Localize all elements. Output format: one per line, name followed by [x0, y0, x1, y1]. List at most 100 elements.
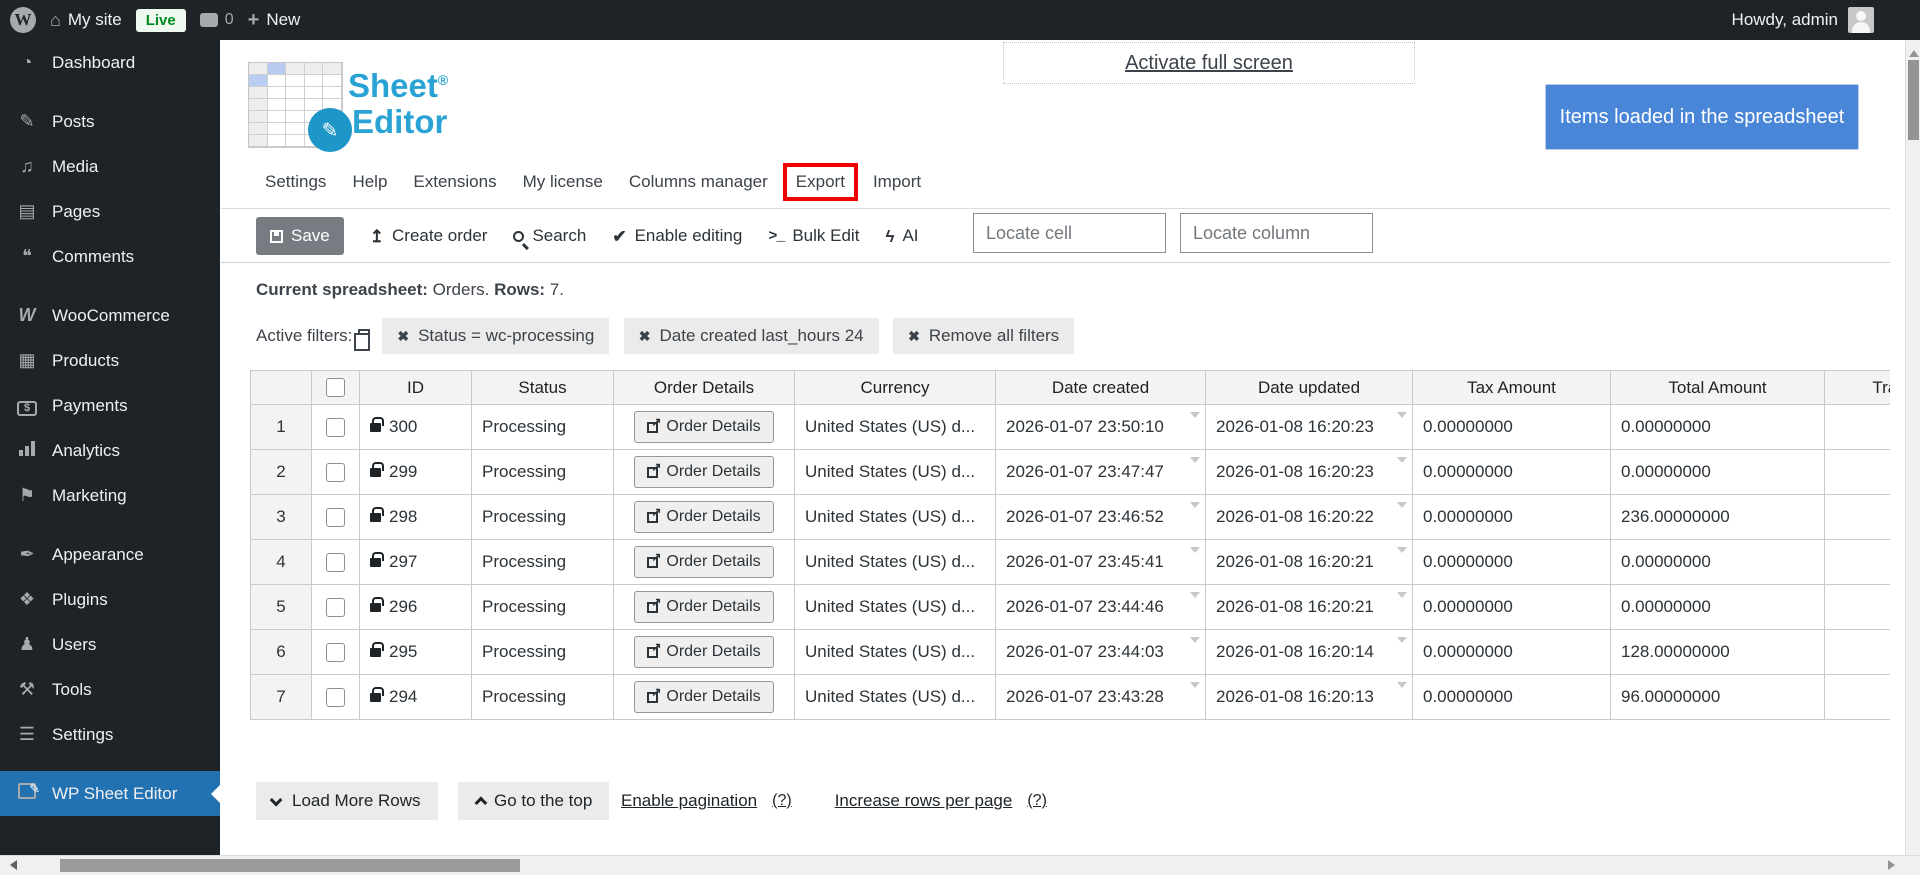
currency-cell[interactable]: United States (US) d...	[795, 630, 996, 675]
sidebar-item-plugins[interactable]: ❖ Plugins	[0, 577, 220, 622]
transaction-cell[interactable]	[1825, 495, 1890, 540]
status-cell[interactable]: Processing	[472, 405, 614, 450]
date-created-cell[interactable]: 2026-01-07 23:45:41	[996, 540, 1206, 585]
dropdown-arrow-icon[interactable]	[1190, 682, 1200, 693]
status-cell[interactable]: Processing	[472, 630, 614, 675]
currency-cell[interactable]: United States (US) d...	[795, 450, 996, 495]
row-checkbox[interactable]	[326, 687, 345, 707]
order-details-button[interactable]: Order Details	[634, 411, 774, 443]
search-button[interactable]: Search	[513, 226, 586, 246]
avatar[interactable]	[1848, 7, 1874, 33]
dropdown-arrow-icon[interactable]	[1190, 412, 1200, 423]
vertical-scrollbar[interactable]	[1905, 40, 1920, 855]
transaction-cell[interactable]	[1825, 405, 1890, 450]
tax-amount-cell[interactable]: 0.00000000	[1413, 630, 1611, 675]
scroll-right-arrow-icon[interactable]	[1888, 860, 1900, 870]
total-amount-cell[interactable]: 128.00000000	[1611, 630, 1825, 675]
sidebar-item-woocommerce[interactable]: W WooCommerce	[0, 293, 220, 338]
sidebar-item-users[interactable]: ♟ Users	[0, 622, 220, 667]
id-cell[interactable]: 300	[360, 405, 472, 450]
enable-pagination-link[interactable]: Enable pagination	[621, 791, 757, 811]
tax-amount-cell[interactable]: 0.00000000	[1413, 450, 1611, 495]
increase-rows-link[interactable]: Increase rows per page	[835, 791, 1013, 811]
date-created-cell[interactable]: 2026-01-07 23:44:46	[996, 585, 1206, 630]
tab-extensions[interactable]: Extensions	[400, 172, 509, 192]
order-details-button[interactable]: Order Details	[634, 501, 774, 533]
column-header-date-created[interactable]: Date created	[996, 371, 1206, 405]
column-header-order-details[interactable]: Order Details	[614, 371, 795, 405]
currency-cell[interactable]: United States (US) d...	[795, 405, 996, 450]
currency-cell[interactable]: United States (US) d...	[795, 495, 996, 540]
copy-filters-icon[interactable]	[354, 329, 371, 351]
sidebar-item-comments[interactable]: ❝ Comments	[0, 234, 220, 279]
remove-filter-icon[interactable]: ✖	[639, 328, 651, 345]
tab-help[interactable]: Help	[339, 172, 400, 192]
currency-cell[interactable]: United States (US) d...	[795, 585, 996, 630]
date-updated-cell[interactable]: 2026-01-08 16:20:23	[1206, 405, 1413, 450]
dropdown-arrow-icon[interactable]	[1397, 502, 1407, 513]
enable-pagination-help-link[interactable]: (?)	[772, 792, 792, 810]
order-details-button[interactable]: Order Details	[634, 636, 774, 668]
scroll-up-arrow-icon[interactable]	[1909, 45, 1919, 57]
transaction-cell[interactable]	[1825, 630, 1890, 675]
dropdown-arrow-icon[interactable]	[1190, 637, 1200, 648]
row-checkbox[interactable]	[326, 597, 345, 617]
load-more-rows-button[interactable]: Load More Rows	[256, 782, 438, 820]
transaction-cell[interactable]	[1825, 675, 1890, 720]
enable-editing-button[interactable]: ✔ Enable editing	[612, 226, 742, 246]
filter-chip[interactable]: ✖ Date created last_hours 24	[623, 318, 879, 354]
ai-button[interactable]: ϟ AI	[885, 226, 918, 246]
date-created-cell[interactable]: 2026-01-07 23:47:47	[996, 450, 1206, 495]
row-checkbox[interactable]	[326, 507, 345, 527]
total-amount-cell[interactable]: 0.00000000	[1611, 405, 1825, 450]
dropdown-arrow-icon[interactable]	[1397, 682, 1407, 693]
remove-filter-icon[interactable]: ✖	[397, 328, 409, 345]
total-amount-cell[interactable]: 0.00000000	[1611, 450, 1825, 495]
scroll-left-arrow-icon[interactable]	[5, 860, 17, 870]
order-details-button[interactable]: Order Details	[634, 546, 774, 578]
dropdown-arrow-icon[interactable]	[1397, 637, 1407, 648]
dropdown-arrow-icon[interactable]	[1397, 412, 1407, 423]
date-created-cell[interactable]: 2026-01-07 23:50:10	[996, 405, 1206, 450]
currency-cell[interactable]: United States (US) d...	[795, 675, 996, 720]
column-header-tax-amount[interactable]: Tax Amount	[1413, 371, 1611, 405]
sidebar-item-pages[interactable]: ▤ Pages	[0, 189, 220, 234]
sidebar-item-payments[interactable]: $ Payments	[0, 383, 220, 428]
sidebar-item-marketing[interactable]: ⚑ Marketing	[0, 473, 220, 518]
date-created-cell[interactable]: 2026-01-07 23:46:52	[996, 495, 1206, 540]
dropdown-arrow-icon[interactable]	[1190, 502, 1200, 513]
activate-fullscreen-link[interactable]: Activate full screen	[1125, 52, 1293, 75]
date-created-cell[interactable]: 2026-01-07 23:44:03	[996, 630, 1206, 675]
status-cell[interactable]: Processing	[472, 675, 614, 720]
horizontal-scrollbar[interactable]	[0, 855, 1920, 875]
total-amount-cell[interactable]: 0.00000000	[1611, 540, 1825, 585]
date-updated-cell[interactable]: 2026-01-08 16:20:23	[1206, 450, 1413, 495]
id-cell[interactable]: 298	[360, 495, 472, 540]
id-cell[interactable]: 297	[360, 540, 472, 585]
dropdown-arrow-icon[interactable]	[1397, 592, 1407, 603]
filter-chip[interactable]: ✖ Remove all filters	[893, 318, 1075, 354]
id-cell[interactable]: 294	[360, 675, 472, 720]
date-created-cell[interactable]: 2026-01-07 23:43:28	[996, 675, 1206, 720]
sidebar-item-media[interactable]: ♫ Media	[0, 144, 220, 189]
new-menu[interactable]: + New	[248, 9, 301, 32]
date-updated-cell[interactable]: 2026-01-08 16:20:14	[1206, 630, 1413, 675]
transaction-cell[interactable]	[1825, 450, 1890, 495]
remove-filter-icon[interactable]: ✖	[908, 328, 920, 345]
tab-export[interactable]: Export	[796, 172, 845, 191]
sidebar-item-dashboard[interactable]: ◔ Dashboard	[0, 40, 220, 85]
dropdown-arrow-icon[interactable]	[1397, 457, 1407, 468]
sidebar-item-settings[interactable]: ☰ Settings	[0, 712, 220, 757]
row-checkbox[interactable]	[326, 642, 345, 662]
my-site-menu[interactable]: ⌂ My site	[50, 10, 122, 30]
locate-cell-input[interactable]	[973, 213, 1166, 253]
status-cell[interactable]: Processing	[472, 495, 614, 540]
order-details-button[interactable]: Order Details	[634, 456, 774, 488]
transaction-cell[interactable]	[1825, 585, 1890, 630]
tax-amount-cell[interactable]: 0.00000000	[1413, 540, 1611, 585]
filter-chip[interactable]: ✖ Status = wc-processing	[382, 318, 610, 354]
date-updated-cell[interactable]: 2026-01-08 16:20:21	[1206, 540, 1413, 585]
id-cell[interactable]: 295	[360, 630, 472, 675]
items-loaded-button[interactable]: Items loaded in the spreadsheet	[1545, 84, 1859, 150]
select-all-checkbox[interactable]	[326, 378, 345, 397]
